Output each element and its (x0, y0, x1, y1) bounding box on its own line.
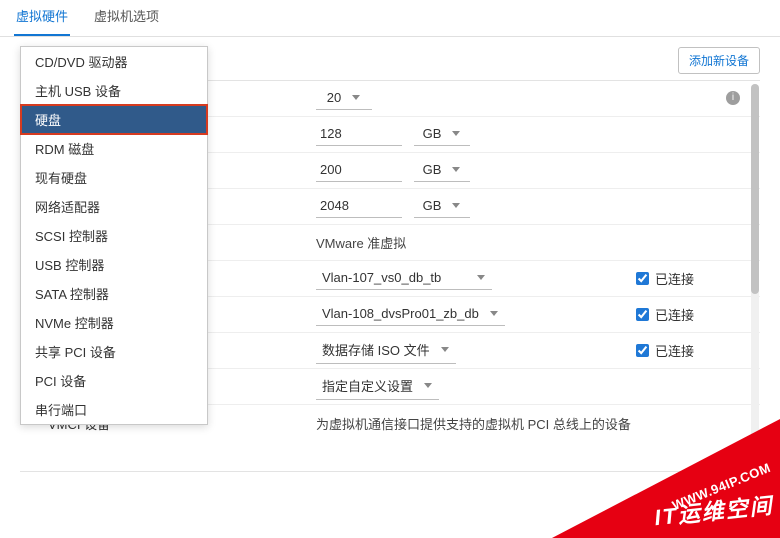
dropdown-item[interactable]: RDM 磁盘 (21, 134, 207, 163)
add-device-dropdown[interactable]: CD/DVD 驱动器主机 USB 设备硬盘RDM 磁盘现有硬盘网络适配器SCSI… (20, 46, 208, 425)
tab-bar: 虚拟硬件 虚拟机选项 (0, 0, 780, 37)
scrollbar-thumb[interactable] (751, 84, 759, 294)
network2-select[interactable]: Vlan-108_dvsPro01_zb_db (316, 304, 505, 326)
cpu-select[interactable]: 20 (316, 88, 372, 110)
watermark-brand: IT运维空间 (653, 488, 775, 532)
dropdown-item[interactable]: 现有硬盘 (21, 163, 207, 192)
disk1-value[interactable]: 200 (316, 160, 402, 182)
chevron-down-icon (476, 272, 486, 282)
cdrom-select[interactable]: 数据存储 ISO 文件 (316, 338, 456, 364)
dropdown-item[interactable]: SCSI 控制器 (21, 221, 207, 250)
chevron-down-icon (451, 128, 461, 138)
disk1-unit[interactable]: GB (414, 160, 470, 182)
add-device-button[interactable]: 添加新设备 (678, 47, 760, 74)
dropdown-item[interactable]: USB 控制器 (21, 250, 207, 279)
cdrom-connected-checkbox[interactable] (636, 344, 649, 357)
dropdown-item[interactable]: CD/DVD 驱动器 (21, 47, 207, 76)
connected-label: 已连接 (655, 305, 694, 324)
chevron-down-icon (451, 200, 461, 210)
dropdown-item[interactable]: PCI 设备 (21, 366, 207, 395)
chevron-down-icon (451, 164, 461, 174)
dropdown-item[interactable]: 硬盘 (21, 105, 207, 134)
chevron-down-icon (423, 380, 433, 390)
info-icon[interactable]: i (726, 91, 740, 105)
chevron-down-icon (351, 92, 361, 102)
memory-unit[interactable]: GB (414, 124, 470, 146)
scrollbar[interactable] (751, 84, 759, 464)
dropdown-item[interactable]: 网络适配器 (21, 192, 207, 221)
scsi-text: VMware 准虚拟 (316, 233, 406, 252)
tab-virtual-hardware[interactable]: 虚拟硬件 (14, 2, 70, 36)
dropdown-item[interactable]: 主机 USB 设备 (21, 76, 207, 105)
connected-label: 已连接 (655, 341, 694, 360)
connected-label: 已连接 (655, 269, 694, 288)
network1-connected-checkbox[interactable] (636, 272, 649, 285)
vmci-text: 为虚拟机通信接口提供支持的虚拟机 PCI 总线上的设备 (316, 414, 631, 433)
chevron-down-icon (440, 344, 450, 354)
dropdown-item[interactable]: NVMe 控制器 (21, 308, 207, 337)
disk2-unit[interactable]: GB (414, 196, 470, 218)
memory-value[interactable]: 128 (316, 124, 402, 146)
dropdown-item[interactable]: 共享 PCI 设备 (21, 337, 207, 366)
network2-connected-checkbox[interactable] (636, 308, 649, 321)
disk2-value[interactable]: 2048 (316, 196, 402, 218)
network1-select[interactable]: Vlan-107_vs0_db_tb (316, 268, 492, 290)
dropdown-item[interactable]: 串行端口 (21, 395, 207, 424)
chevron-down-icon (489, 308, 499, 318)
tab-vm-options[interactable]: 虚拟机选项 (92, 2, 161, 36)
dropdown-item[interactable]: SATA 控制器 (21, 279, 207, 308)
gpu-select[interactable]: 指定自定义设置 (316, 374, 439, 400)
